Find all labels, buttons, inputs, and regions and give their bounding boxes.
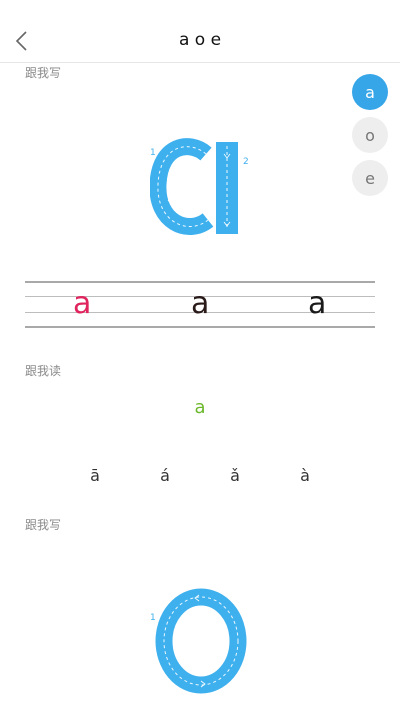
section-label-write: 跟我写	[25, 518, 62, 532]
staff-line	[25, 281, 375, 283]
top-bar: a o e	[0, 0, 400, 63]
practice-letter[interactable]: a	[308, 284, 326, 324]
tab-letter-o[interactable]: o	[352, 117, 388, 153]
section-label-read: 跟我读	[25, 364, 62, 378]
tone-button[interactable]: á	[150, 466, 180, 485]
tab-label: o	[365, 125, 375, 145]
tab-letter-e[interactable]: e	[352, 160, 388, 196]
tab-label: a	[365, 82, 375, 102]
staff-line	[25, 326, 375, 328]
tab-label: e	[365, 168, 375, 188]
practice-letter[interactable]: a	[191, 284, 209, 324]
section-label-write: 跟我写	[25, 66, 62, 80]
tab-letter-a[interactable]: a	[352, 74, 388, 110]
letter-a-stroke-diagram[interactable]	[150, 136, 250, 240]
letter-o-stroke-diagram[interactable]	[155, 588, 251, 694]
stroke-number: 2	[243, 157, 249, 167]
stroke-number: 1	[150, 613, 156, 623]
stroke-number: 1	[150, 148, 156, 158]
read-letter[interactable]: a	[0, 397, 400, 418]
tone-button[interactable]: ǎ	[220, 466, 250, 485]
tone-button[interactable]: à	[290, 466, 320, 485]
tone-button[interactable]: ā	[80, 466, 110, 485]
page-title: a o e	[178, 30, 222, 50]
practice-letter[interactable]: a	[73, 284, 91, 324]
